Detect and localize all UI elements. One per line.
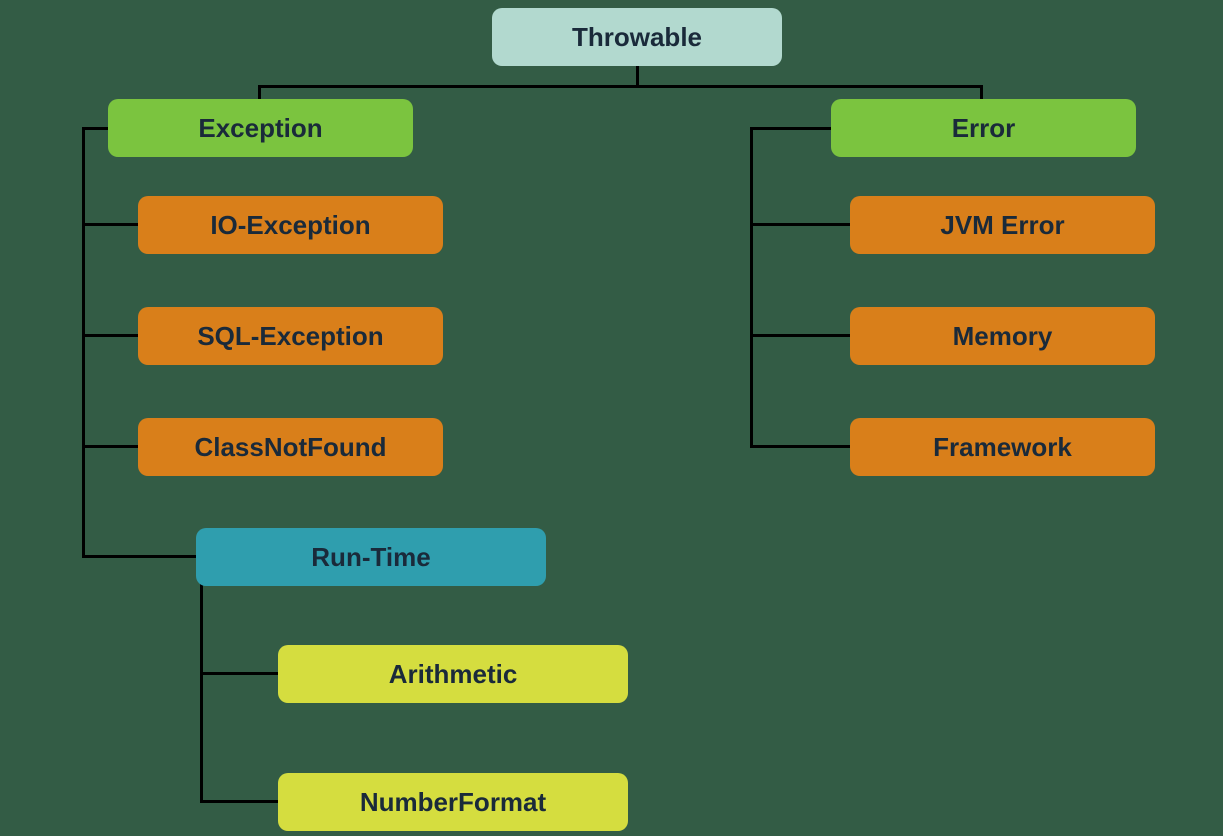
node-memory: Memory <box>850 307 1155 365</box>
node-error-label: Error <box>952 113 1016 144</box>
node-runtime-label: Run-Time <box>311 542 430 573</box>
connector-exception-top <box>82 127 109 130</box>
node-arithmetic: Arithmetic <box>278 645 628 703</box>
connector-jvm-error <box>750 223 852 226</box>
node-numberformat: NumberFormat <box>278 773 628 831</box>
connector-exception-vertical <box>82 127 85 557</box>
node-exception-label: Exception <box>198 113 322 144</box>
connector-runtime <box>82 555 198 558</box>
node-memory-label: Memory <box>953 321 1053 352</box>
node-classnotfound-label: ClassNotFound <box>194 432 386 463</box>
connector-framework <box>750 445 852 448</box>
connector-to-error <box>980 85 983 100</box>
connector-numberformat <box>200 800 280 803</box>
connector-sql-exception <box>82 334 140 337</box>
node-framework-label: Framework <box>933 432 1072 463</box>
connector-to-exception <box>258 85 261 100</box>
connector-classnotfound <box>82 445 140 448</box>
node-framework: Framework <box>850 418 1155 476</box>
node-numberformat-label: NumberFormat <box>360 787 546 818</box>
node-runtime: Run-Time <box>196 528 546 586</box>
connector-arithmetic <box>200 672 280 675</box>
connector-memory <box>750 334 852 337</box>
connector-io-exception <box>82 223 140 226</box>
node-jvm-error: JVM Error <box>850 196 1155 254</box>
node-io-exception-label: IO-Exception <box>210 210 370 241</box>
node-throwable-label: Throwable <box>572 22 702 53</box>
connector-error-vertical <box>750 127 753 447</box>
node-classnotfound: ClassNotFound <box>138 418 443 476</box>
node-jvm-error-label: JVM Error <box>940 210 1064 241</box>
connector-runtime-vertical <box>200 555 203 802</box>
node-arithmetic-label: Arithmetic <box>389 659 518 690</box>
node-sql-exception-label: SQL-Exception <box>197 321 383 352</box>
node-io-exception: IO-Exception <box>138 196 443 254</box>
connector-throwable-horizontal <box>258 85 983 88</box>
connector-error-top <box>750 127 832 130</box>
node-error: Error <box>831 99 1136 157</box>
node-sql-exception: SQL-Exception <box>138 307 443 365</box>
node-exception: Exception <box>108 99 413 157</box>
node-throwable: Throwable <box>492 8 782 66</box>
